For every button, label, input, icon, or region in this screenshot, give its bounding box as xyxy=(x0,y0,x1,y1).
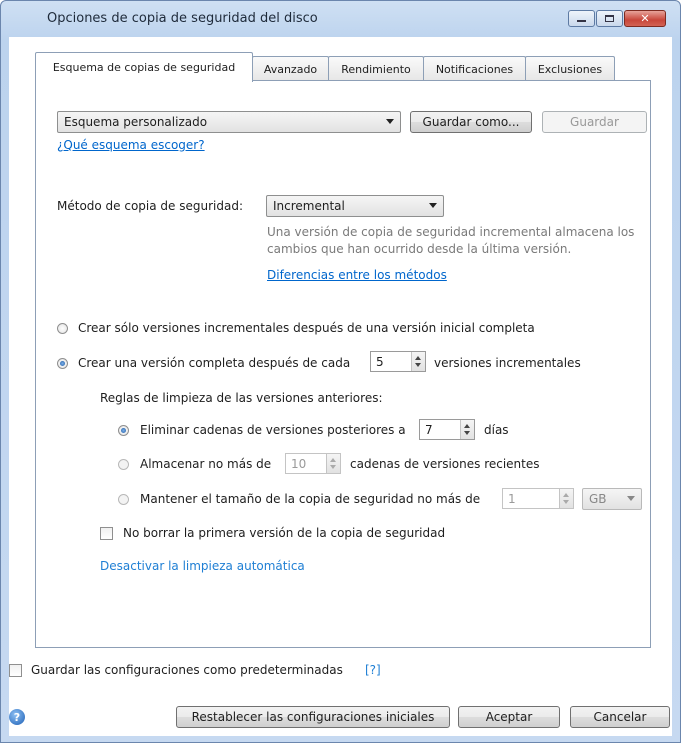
help-icon[interactable]: ? xyxy=(9,709,25,725)
ok-button[interactable]: Aceptar xyxy=(458,706,560,728)
method-select[interactable]: Incremental xyxy=(266,195,444,217)
keep-size-value: 1 xyxy=(508,491,516,506)
radio-full-after-label: Crear una versión completa después de ca… xyxy=(78,356,351,370)
minimize-icon xyxy=(577,20,586,22)
keep-size-unit-value: GB xyxy=(589,492,607,506)
tab-exclusions[interactable]: Exclusiones xyxy=(525,56,615,81)
radio-delete-chains[interactable] xyxy=(118,425,129,436)
radio-incremental-only-label: Crear sólo versiones incrementales despu… xyxy=(78,321,535,335)
stepper-arrows-icon[interactable] xyxy=(559,489,573,508)
full-after-stepper[interactable]: 5 xyxy=(370,351,426,372)
no-delete-first-checkbox[interactable] xyxy=(100,527,113,540)
dialog-client: Esquema de copias de seguridad Avanzado … xyxy=(9,37,672,736)
save-default-help-link[interactable]: [?] xyxy=(365,663,381,677)
tab-notifications[interactable]: Notificaciones xyxy=(423,56,526,81)
which-scheme-link[interactable]: ¿Qué esquema escoger? xyxy=(57,138,205,152)
minimize-button[interactable] xyxy=(568,10,595,27)
cancel-button[interactable]: Cancelar xyxy=(570,706,670,728)
save-button[interactable]: Guardar xyxy=(542,111,647,133)
full-after-suffix: versiones incrementales xyxy=(434,356,581,370)
stepper-arrows-icon[interactable] xyxy=(411,352,425,371)
window-controls: ✕ xyxy=(567,10,666,27)
title-bar[interactable]: Opciones de copia de seguridad del disco… xyxy=(1,1,680,37)
scheme-selected-value: Esquema personalizado xyxy=(64,115,208,129)
full-after-value: 5 xyxy=(376,354,384,369)
close-icon: ✕ xyxy=(640,12,650,25)
keep-size-unit-select[interactable]: GB xyxy=(582,488,642,510)
tab-performance[interactable]: Rendimiento xyxy=(328,56,424,81)
radio-store-max[interactable] xyxy=(118,459,129,470)
dialog-window: Opciones de copia de seguridad del disco… xyxy=(0,0,681,743)
save-default-label: Guardar las configuraciones como predete… xyxy=(31,663,343,677)
tab-advanced[interactable]: Avanzado xyxy=(252,56,329,81)
stepper-arrows-icon[interactable] xyxy=(326,454,340,473)
chevron-down-icon xyxy=(627,496,635,501)
maximize-button[interactable] xyxy=(596,10,623,27)
radio-full-after[interactable] xyxy=(57,358,68,369)
chevron-down-icon xyxy=(429,203,437,208)
save-default-checkbox[interactable] xyxy=(9,664,22,677)
method-label: Método de copia de seguridad: xyxy=(57,199,243,213)
stepper-arrows-icon[interactable] xyxy=(460,420,474,439)
keep-size-stepper[interactable]: 1 xyxy=(502,488,574,509)
method-selected-value: Incremental xyxy=(273,199,345,213)
window-title: Opciones de copia de seguridad del disco xyxy=(47,11,318,26)
maximize-icon xyxy=(605,15,614,22)
radio-keep-size[interactable] xyxy=(118,494,129,505)
cleanup-header: Reglas de limpieza de las versiones ante… xyxy=(100,391,383,405)
disable-cleanup-link[interactable]: Desactivar la limpieza automática xyxy=(100,559,305,573)
scheme-select[interactable]: Esquema personalizado xyxy=(57,111,401,133)
reset-button[interactable]: Restablecer las configuraciones iniciale… xyxy=(176,706,450,728)
close-button[interactable]: ✕ xyxy=(624,10,666,27)
chevron-down-icon xyxy=(386,119,394,124)
method-description: Una versión de copia de seguridad increm… xyxy=(267,225,635,256)
delete-chains-stepper[interactable]: 7 xyxy=(419,419,475,440)
keep-size-label: Mantener el tamaño de la copia de seguri… xyxy=(140,492,481,506)
delete-chains-value: 7 xyxy=(425,422,433,437)
backup-scheme-panel: Esquema personalizado Guardar como... Gu… xyxy=(35,80,651,648)
tab-backup-scheme[interactable]: Esquema de copias de seguridad xyxy=(35,52,253,82)
no-delete-first-label: No borrar la primera versión de la copia… xyxy=(123,526,446,540)
method-differences-link[interactable]: Diferencias entre los métodos xyxy=(267,268,447,282)
store-max-label: Almacenar no más de xyxy=(140,457,272,471)
save-as-button[interactable]: Guardar como... xyxy=(410,111,532,133)
delete-chains-label: Eliminar cadenas de versiones posteriore… xyxy=(140,423,406,437)
store-max-stepper[interactable]: 10 xyxy=(285,453,341,474)
store-max-suffix: cadenas de versiones recientes xyxy=(350,457,540,471)
radio-incremental-only[interactable] xyxy=(57,323,68,334)
store-max-value: 10 xyxy=(291,456,307,471)
delete-chains-suffix: días xyxy=(484,423,509,437)
